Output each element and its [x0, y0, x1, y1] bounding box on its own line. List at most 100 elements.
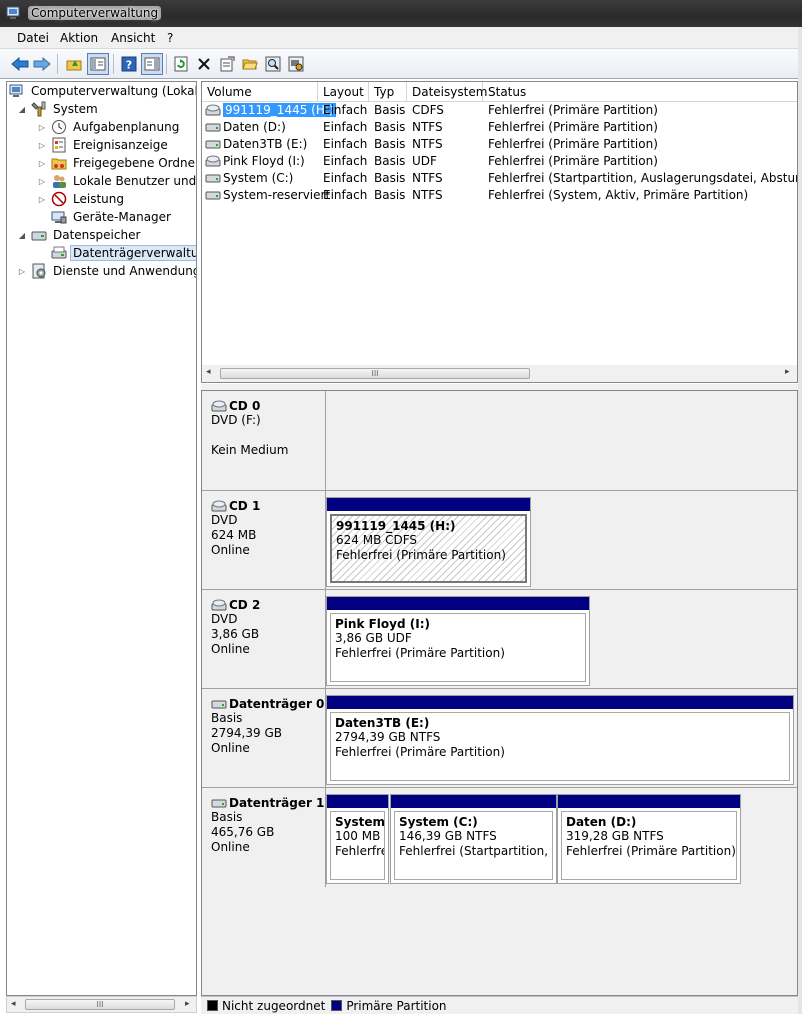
partition-h[interactable]: 991119_1445 (H:) 624 MB CDFS Fehlerfrei … [326, 497, 531, 587]
list-horizontal-scrollbar[interactable]: ◂ III ▸ [202, 365, 797, 382]
search-button[interactable] [262, 53, 284, 75]
scroll-left-icon[interactable]: ◂ [206, 367, 211, 377]
disk-graphical-view[interactable]: CD 0 DVD (F:) Kein Medium CD 1 DVD 624 M… [201, 390, 798, 996]
partition-name: System (C:) [399, 815, 478, 829]
disk-row-cd1[interactable]: CD 1 DVD 624 MB Online 991119_1445 (H:) … [202, 491, 797, 590]
partition-e[interactable]: Daten3TB (E:) 2794,39 GB NTFS Fehlerfrei… [326, 695, 794, 785]
help-button[interactable]: ? [118, 53, 140, 75]
tree-item-datentraegerverwaltung[interactable]: Datenträgerverwaltung [51, 244, 196, 262]
services-icon [32, 263, 46, 279]
close-icon [198, 58, 210, 70]
menu-help[interactable]: ? [167, 31, 173, 45]
tree-item-dienste[interactable]: ▷ Dienste und Anwendungen [17, 262, 196, 280]
expand-icon[interactable]: ▷ [37, 140, 47, 150]
scroll-right-icon[interactable]: ▸ [785, 367, 790, 377]
menu-ansicht[interactable]: Ansicht [111, 31, 155, 45]
partition-name: Daten3TB (E:) [335, 716, 430, 730]
disk-row-cd2[interactable]: CD 2 DVD 3,86 GB Online Pink Floyd (I:) … [202, 590, 797, 689]
tree-label: Freigegebene Ordner [73, 156, 197, 170]
table-row[interactable]: System (C:) Einfach Basis NTFS Fehlerfre… [202, 170, 797, 187]
expand-icon[interactable]: ▷ [17, 266, 27, 276]
volume-list[interactable]: Volume Layout Typ Dateisystem Status 991… [201, 81, 798, 383]
table-row[interactable]: System-reserviert Einfach Basis NTFS Feh… [202, 187, 797, 204]
properties-button[interactable] [216, 53, 238, 75]
table-row[interactable]: 991119_1445 (H:) Einfach Basis CDFS Fehl… [202, 102, 797, 119]
tools-icon [31, 101, 46, 117]
disk-info[interactable]: Datenträger 0 Basis 2794,39 GB Online [202, 689, 326, 787]
disk-row-cd0[interactable]: CD 0 DVD (F:) Kein Medium [202, 391, 797, 491]
event-viewer-icon [52, 137, 66, 153]
tree-item-root[interactable]: Computerverwaltung (Lokal) [9, 82, 196, 100]
column-header-dateisystem[interactable]: Dateisystem [407, 82, 487, 102]
status-cell: Fehlerfrei (Primäre Partition) [488, 137, 658, 151]
filesystem-cell: NTFS [412, 188, 443, 202]
tree-item-system[interactable]: ◢ System [17, 100, 100, 118]
disk-status: Online [211, 642, 250, 656]
tree-item-aufgabenplanung[interactable]: ▷ Aufgabenplanung [37, 118, 181, 136]
show-hide-console-tree-button[interactable] [87, 53, 109, 75]
disk-row-d1[interactable]: Datenträger 1 Basis 465,76 GB Online Sys… [202, 788, 797, 887]
table-row[interactable]: Pink Floyd (I:) Einfach Basis UDF Fehler… [202, 153, 797, 170]
column-header-typ[interactable]: Typ [369, 82, 407, 102]
partition-size: 3,86 GB UDF [335, 631, 412, 645]
settings-button[interactable] [285, 53, 307, 75]
collapse-icon[interactable]: ◢ [17, 104, 27, 114]
forward-button[interactable] [31, 53, 53, 75]
back-button[interactable] [9, 53, 31, 75]
volume-name: Daten3TB (E:) [223, 137, 308, 151]
open-button[interactable] [239, 53, 261, 75]
partition-system-reserved[interactable]: System-r 100 MB N Fehlerfrei [326, 794, 389, 884]
tree-label: Dienste und Anwendungen [53, 264, 196, 278]
tree-item-lokale-benutzer[interactable]: ▷ Lokale Benutzer und Gr [37, 172, 196, 190]
expand-icon[interactable]: ▷ [37, 176, 47, 186]
partition-c[interactable]: System (C:) 146,39 GB NTFS Fehlerfrei (S… [390, 794, 557, 884]
tree-item-ereignisanzeige[interactable]: ▷ Ereignisanzeige [37, 136, 170, 154]
tree-horizontal-scrollbar[interactable]: ◂ III ▸ [6, 996, 197, 1013]
refresh-button[interactable] [170, 53, 192, 75]
scrollbar-thumb[interactable]: III [220, 368, 530, 379]
expand-icon[interactable]: ▷ [37, 158, 47, 168]
filesystem-cell: NTFS [412, 137, 443, 151]
disk-name: CD 1 [229, 499, 261, 513]
title-bar[interactable]: Computerverwaltung [0, 0, 802, 27]
primary-partition-bar [327, 795, 388, 808]
status-cell: Fehlerfrei (Primäre Partition) [488, 154, 658, 168]
console-tree[interactable]: Computerverwaltung (Lokal) ◢ System ▷ Au… [6, 81, 197, 996]
primary-partition-bar [327, 498, 530, 511]
table-row[interactable]: Daten3TB (E:) Einfach Basis NTFS Fehlerf… [202, 136, 797, 153]
column-header-volume[interactable]: Volume [202, 82, 318, 102]
column-header-status[interactable]: Status [483, 82, 797, 102]
scroll-left-icon[interactable]: ◂ [11, 999, 16, 1009]
expand-icon[interactable]: ▷ [37, 194, 47, 204]
scroll-right-icon[interactable]: ▸ [185, 999, 190, 1009]
menu-aktion[interactable]: Aktion [60, 31, 98, 45]
delete-button[interactable] [193, 53, 215, 75]
partition-status: Fehlerfrei (Primäre Partition) [336, 548, 506, 562]
menu-datei[interactable]: Datei [17, 31, 49, 45]
partition-i[interactable]: Pink Floyd (I:) 3,86 GB UDF Fehlerfrei (… [326, 596, 590, 686]
tree-item-freigegebene-ordner[interactable]: ▷ Freigegebene Ordner [37, 154, 197, 172]
tree-label: Geräte-Manager [73, 210, 171, 224]
cd-drive-icon [205, 155, 221, 167]
tree-item-geraete-manager[interactable]: Geräte-Manager [51, 208, 173, 226]
scrollbar-thumb[interactable]: III [25, 999, 175, 1010]
column-header-layout[interactable]: Layout [318, 82, 369, 102]
list-header: Volume Layout Typ Dateisystem Status [202, 82, 797, 102]
collapse-icon[interactable]: ◢ [17, 230, 27, 240]
tree-item-datenspeicher[interactable]: ◢ Datenspeicher [17, 226, 142, 244]
disk-row-d0[interactable]: Datenträger 0 Basis 2794,39 GB Online Da… [202, 689, 797, 788]
show-hide-action-pane-button[interactable] [141, 53, 163, 75]
tree-item-leistung[interactable]: ▷ Leistung [37, 190, 126, 208]
disk-info[interactable]: CD 2 DVD 3,86 GB Online [202, 590, 326, 688]
partition-size: 319,28 GB NTFS [566, 829, 664, 843]
partition-name: System-r [335, 815, 385, 829]
expand-icon[interactable]: ▷ [37, 122, 47, 132]
disk-type: Basis [211, 711, 243, 725]
window-border [798, 27, 802, 1014]
table-row[interactable]: Daten (D:) Einfach Basis NTFS Fehlerfrei… [202, 119, 797, 136]
disk-info[interactable]: CD 1 DVD 624 MB Online [202, 491, 326, 589]
disk-info[interactable]: Datenträger 1 Basis 465,76 GB Online [202, 788, 326, 887]
partition-d[interactable]: Daten (D:) 319,28 GB NTFS Fehlerfrei (Pr… [557, 794, 741, 884]
up-level-button[interactable] [63, 53, 85, 75]
disk-info[interactable]: CD 0 DVD (F:) Kein Medium [202, 391, 326, 490]
